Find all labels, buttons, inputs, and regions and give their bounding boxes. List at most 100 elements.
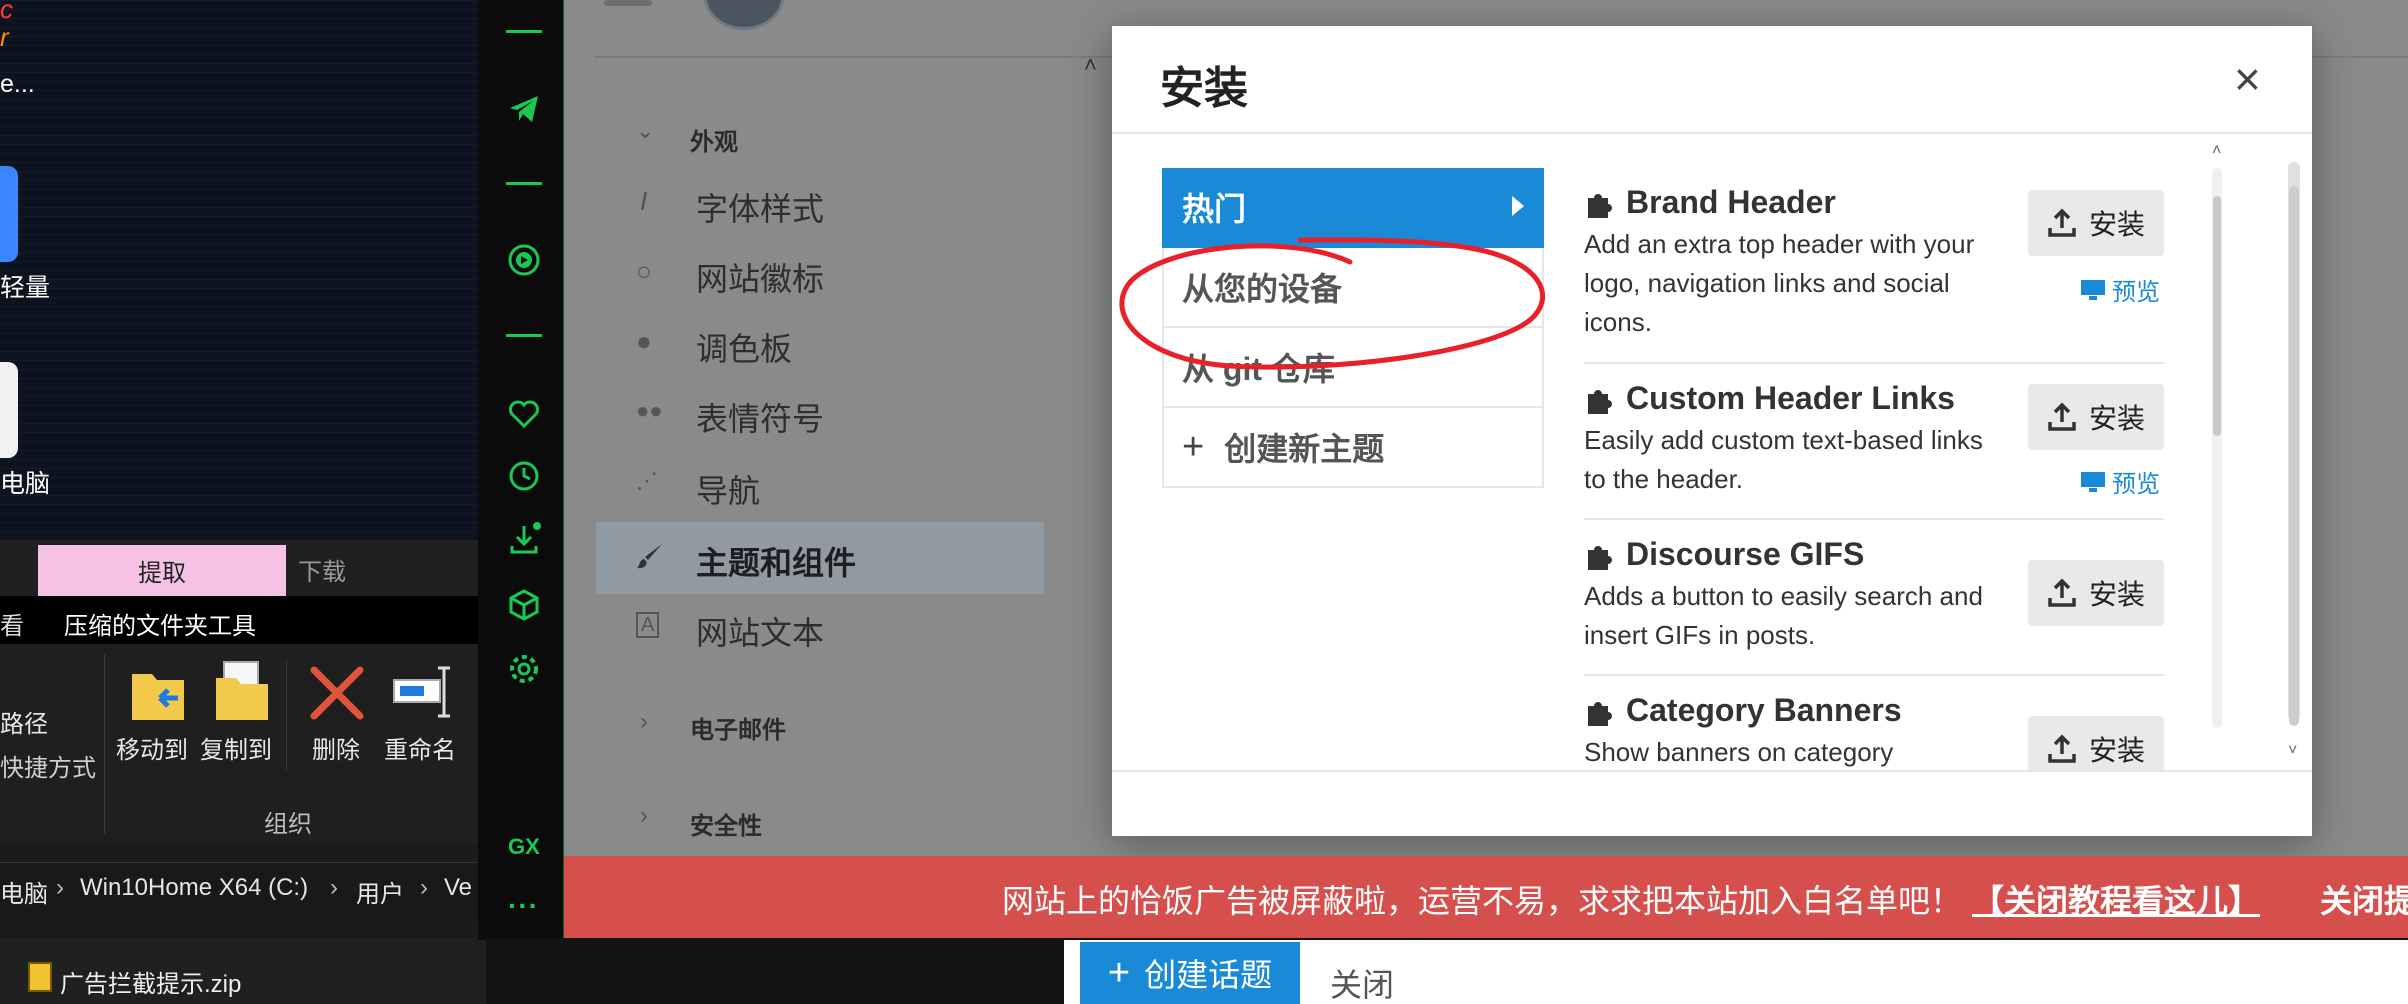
theme-name-text: Custom Header Links bbox=[1626, 380, 1955, 416]
paste-shortcut-label[interactable]: 快捷方式 bbox=[0, 748, 96, 783]
tab-from-git[interactable]: 从 git 仓库 bbox=[1162, 328, 1544, 408]
chevron-right-icon[interactable]: › bbox=[640, 802, 648, 830]
scroll-up-arrow[interactable]: ˄ bbox=[2212, 142, 2221, 160]
heart-icon[interactable] bbox=[505, 395, 543, 433]
copy-to-button[interactable]: 复制到 bbox=[200, 730, 272, 765]
copy-path-label[interactable]: 路径 bbox=[0, 704, 48, 739]
delete-button[interactable]: 删除 bbox=[312, 730, 360, 765]
theme-description: Easily add custom text-based links to th… bbox=[1584, 425, 1983, 494]
nav-section-email[interactable]: 电子邮件 bbox=[690, 710, 786, 745]
adblock-notice-text: 网站上的恰饭广告被屏蔽啦，运营不易，求求把本站加入白名单吧！ bbox=[1002, 883, 1963, 919]
nav-item-themes-components[interactable]: 主题和组件 bbox=[696, 538, 856, 584]
create-topic-button[interactable]: + 创建话题 bbox=[1080, 942, 1300, 1004]
hamburger-icon[interactable] bbox=[604, 0, 652, 6]
ribbon-group-label: 组织 bbox=[264, 811, 312, 838]
nav-item-fonts[interactable]: 字体样式 bbox=[696, 184, 824, 230]
preview-button[interactable]: 预览 bbox=[2080, 464, 2160, 499]
tab-label: 从您的设备 bbox=[1182, 271, 1343, 307]
tab-label: 从 git 仓库 bbox=[1182, 351, 1335, 387]
install-button[interactable]: 安装 bbox=[2028, 190, 2164, 256]
ribbon-divider bbox=[104, 654, 105, 834]
close-composer-button[interactable]: 关闭 bbox=[1330, 960, 1394, 1004]
install-source-tabs: 热门 从您的设备 从 git 仓库 + 创建新主题 bbox=[1162, 168, 1544, 488]
desktop-icon-label[interactable]: 轻量 bbox=[0, 268, 50, 304]
nav-item-site-logo[interactable]: 网站徽标 bbox=[696, 254, 824, 300]
adblock-close-button[interactable]: 关闭提 bbox=[2320, 876, 2408, 922]
desktop-monitor-icon bbox=[2081, 471, 2105, 492]
chevron-right-icon: › bbox=[56, 874, 64, 901]
nav-item-site-text[interactable]: 网站文本 bbox=[696, 608, 824, 654]
downloads-icon[interactable] bbox=[505, 520, 543, 558]
sidebar-divider bbox=[506, 182, 542, 185]
plus-icon: + bbox=[1182, 425, 1205, 468]
preview-label: 预览 bbox=[2112, 279, 2160, 306]
history-clock-icon[interactable] bbox=[505, 457, 543, 495]
puzzle-piece-icon bbox=[1588, 193, 1612, 218]
desktop-icon-art-text-2: r bbox=[0, 22, 9, 52]
nav-item-navigation[interactable]: 导航 bbox=[696, 466, 760, 512]
theme-list-scroll-thumb[interactable] bbox=[2213, 196, 2221, 436]
desktop-app-icon[interactable] bbox=[0, 166, 18, 262]
brush-icon bbox=[637, 544, 662, 569]
modal-scroll-thumb[interactable] bbox=[2289, 186, 2299, 726]
install-label: 安装 bbox=[2088, 579, 2145, 610]
music-player-icon[interactable] bbox=[505, 241, 543, 279]
tab-popular[interactable]: 热门 bbox=[1162, 168, 1544, 248]
theme-name-text: Category Banners bbox=[1626, 692, 1902, 728]
breadcrumb-item[interactable]: Ve bbox=[444, 874, 472, 902]
tab-download[interactable]: 下载 bbox=[298, 552, 346, 587]
avatar[interactable] bbox=[704, 0, 784, 30]
breadcrumb-item[interactable]: 用户 bbox=[356, 874, 404, 909]
caret-right-icon bbox=[1512, 196, 1524, 216]
more-options-icon[interactable]: ··· bbox=[508, 890, 539, 922]
tab-create-new-theme[interactable]: + 创建新主题 bbox=[1162, 408, 1544, 488]
puzzle-piece-icon bbox=[1588, 389, 1612, 414]
theme-name-text: Brand Header bbox=[1626, 184, 1836, 220]
tab-from-device[interactable]: 从您的设备 bbox=[1162, 248, 1544, 328]
breadcrumb-item[interactable]: Win10Home X64 (C:) bbox=[80, 874, 308, 902]
chevron-down-icon[interactable]: ⌄ bbox=[636, 118, 654, 144]
theme-list: Brand Header Add an extra top header wit… bbox=[1584, 168, 2164, 770]
tab-extract[interactable]: 提取 bbox=[38, 545, 286, 596]
scroll-down-arrow[interactable]: ˅ bbox=[2288, 742, 2297, 760]
rename-button[interactable]: 重命名 bbox=[384, 730, 456, 765]
install-button[interactable]: 安装 bbox=[2028, 560, 2164, 626]
tab-compressed-folder-tools[interactable]: 压缩的文件夹工具 bbox=[64, 606, 256, 641]
breadcrumb-item[interactable]: 电脑 bbox=[0, 874, 48, 909]
modal-footer-divider bbox=[1112, 770, 2312, 772]
share-nodes-icon: ⋰ bbox=[636, 468, 658, 493]
italic-icon: I bbox=[640, 186, 648, 216]
chevron-right-icon[interactable]: › bbox=[640, 708, 648, 736]
settings-gear-icon[interactable] bbox=[505, 650, 543, 688]
extensions-cube-icon[interactable] bbox=[505, 586, 543, 624]
desktop-icon-label[interactable]: 电脑 bbox=[0, 464, 50, 500]
chevron-right-icon: › bbox=[420, 874, 428, 901]
preview-button[interactable]: 预览 bbox=[2080, 272, 2160, 307]
tab-label: 创建新主题 bbox=[1224, 431, 1385, 467]
adblock-tutorial-link[interactable]: 【关闭教程看这儿】 bbox=[1972, 876, 2260, 922]
move-to-button[interactable]: 移动到 bbox=[116, 730, 188, 765]
desktop-icon-label[interactable]: e... bbox=[0, 70, 35, 99]
theme-description: Show banners on category bbox=[1584, 737, 1894, 767]
create-topic-label: 创建话题 bbox=[1144, 957, 1273, 993]
nav-section-appearance[interactable]: 外观 bbox=[690, 122, 738, 157]
chat-bubble-icon: ○ bbox=[636, 256, 652, 286]
nav-section-security[interactable]: 安全性 bbox=[690, 806, 762, 841]
chevron-right-icon: › bbox=[330, 874, 338, 901]
install-button[interactable]: 安装 bbox=[2028, 716, 2164, 770]
plus-icon: + bbox=[1107, 951, 1131, 994]
install-button[interactable]: 安装 bbox=[2028, 384, 2164, 450]
upload-icon bbox=[2048, 208, 2076, 237]
text-icon: A bbox=[636, 612, 660, 638]
desktop-computer-icon[interactable] bbox=[0, 362, 18, 458]
collapse-caret-icon[interactable]: ˄ bbox=[1084, 52, 1097, 78]
gx-logo[interactable]: GX bbox=[508, 834, 540, 860]
desktop-monitor-icon bbox=[2081, 279, 2105, 300]
install-label: 安装 bbox=[2088, 403, 2145, 434]
tab-view[interactable]: 看 bbox=[0, 606, 24, 641]
nav-item-emoji[interactable]: 表情符号 bbox=[696, 394, 824, 440]
nav-item-color-palette[interactable]: 调色板 bbox=[696, 324, 792, 370]
close-icon[interactable]: × bbox=[2234, 56, 2261, 102]
zip-file-name[interactable]: 广告拦截提示.zip bbox=[60, 964, 241, 999]
telegram-icon[interactable] bbox=[505, 90, 543, 128]
